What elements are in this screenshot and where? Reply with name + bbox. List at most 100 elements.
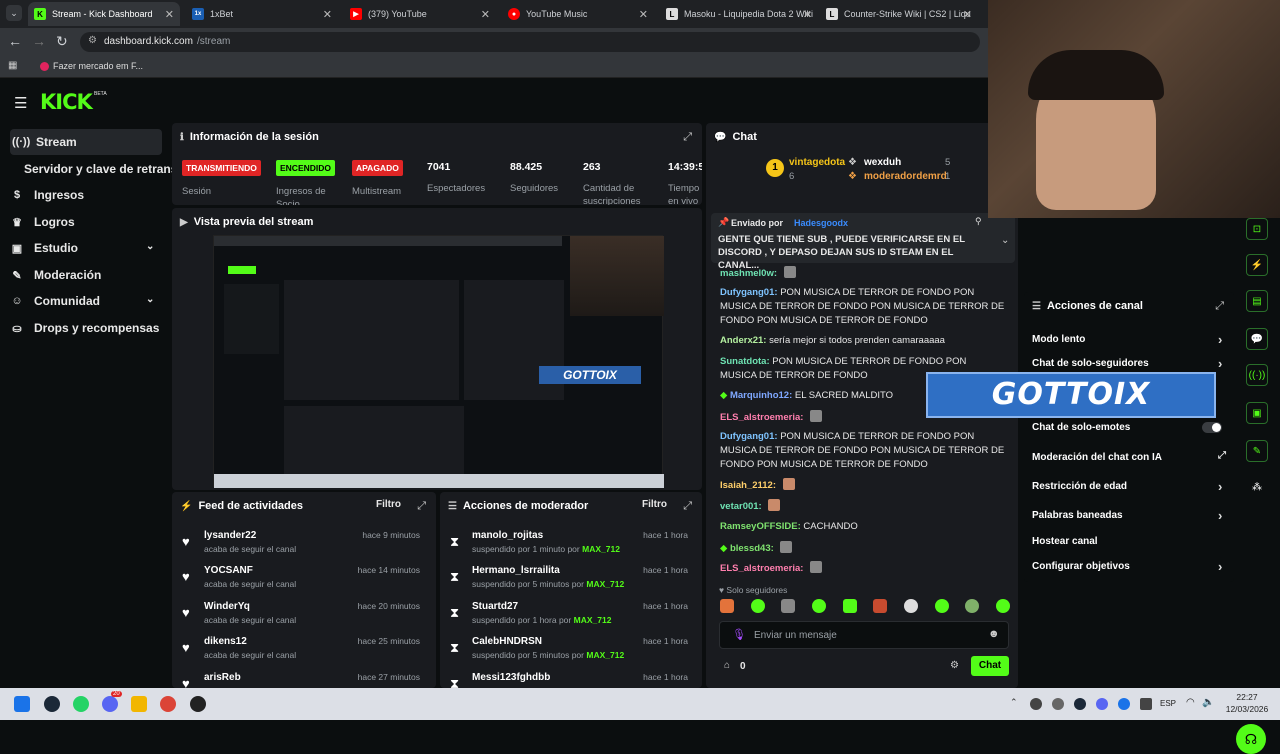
- tray-bluetooth-icon[interactable]: [1118, 698, 1130, 710]
- username[interactable]: lysander22: [204, 530, 256, 541]
- filter-button[interactable]: Filtro: [642, 499, 667, 510]
- expand-icon[interactable]: ⤢: [417, 500, 426, 513]
- bookmark-link[interactable]: Fazer mercado em F...: [53, 61, 143, 71]
- site-info-icon[interactable]: ⚙: [88, 35, 97, 46]
- rail-media-icon[interactable]: ▣: [1246, 402, 1268, 424]
- filter-button[interactable]: Filtro: [376, 499, 401, 510]
- username[interactable]: Messi123fghdbb: [472, 672, 550, 683]
- username[interactable]: WinderYq: [204, 601, 250, 612]
- reload-icon[interactable]: ↻: [56, 33, 68, 50]
- close-tab-icon[interactable]: ✕: [323, 8, 332, 21]
- action-goals[interactable]: Configurar objetivos ›: [1032, 559, 1232, 574]
- emote-icon[interactable]: [903, 599, 918, 613]
- chat-user[interactable]: Sunatdota:: [720, 356, 770, 367]
- username[interactable]: dikens12: [204, 636, 247, 647]
- username[interactable]: Stuartd27: [472, 601, 518, 612]
- chat-user[interactable]: Anderx21:: [720, 335, 766, 346]
- tray-expand-icon[interactable]: ⌃: [1010, 697, 1018, 708]
- sidebar-item-estudio[interactable]: ▣ Estudio ⌄: [10, 235, 162, 261]
- tray-network-icon[interactable]: [1140, 698, 1152, 710]
- emote-icon[interactable]: [750, 599, 765, 613]
- windows-start-icon[interactable]: [14, 696, 30, 712]
- close-tab-icon[interactable]: ✕: [165, 8, 174, 21]
- action-slow-mode[interactable]: Modo lento ›: [1032, 332, 1232, 347]
- moderator-name[interactable]: MAX_712: [582, 544, 620, 554]
- chat-user[interactable]: Marquinho12:: [730, 390, 792, 401]
- back-icon[interactable]: ←: [8, 33, 22, 49]
- username[interactable]: CalebHNDRSN: [472, 636, 542, 647]
- top-gifter-name[interactable]: wexduh: [864, 157, 901, 168]
- hamburger-menu-icon[interactable]: ☰: [14, 94, 27, 112]
- tab-search-icon[interactable]: ⌄: [6, 5, 22, 21]
- top-gifter-name[interactable]: vintagedota: [789, 157, 845, 168]
- username[interactable]: manolo_rojitas: [472, 530, 543, 541]
- emote-icon[interactable]: [781, 599, 796, 613]
- chat-user[interactable]: ELS_alstroemeria:: [720, 412, 803, 423]
- emote-icon[interactable]: [995, 599, 1010, 613]
- emote-icon[interactable]: [811, 599, 826, 613]
- tab-1xbet[interactable]: 1x 1xBet ✕: [186, 2, 338, 26]
- rail-chat-icon[interactable]: 💬: [1246, 328, 1268, 350]
- tab-youtube[interactable]: ▶ (379) YouTube ✕: [344, 2, 496, 26]
- discord-icon[interactable]: [102, 696, 118, 712]
- tray-steam-icon[interactable]: [1074, 698, 1086, 710]
- tab-kick-dashboard[interactable]: K Stream - Kick Dashboard ✕: [28, 2, 180, 26]
- tab-liquipedia-dota[interactable]: L Masoku - Liquipedia Dota 2 Wiki ✕: [660, 2, 818, 26]
- chat-user[interactable]: RamseyOFFSIDE:: [720, 521, 801, 532]
- language-indicator[interactable]: ESP: [1160, 699, 1176, 708]
- volume-icon[interactable]: 🔈: [1202, 697, 1214, 708]
- emote-icon[interactable]: [873, 599, 888, 613]
- close-tab-icon[interactable]: ✕: [803, 8, 812, 21]
- tray-app-icon[interactable]: [1030, 698, 1042, 710]
- expand-icon[interactable]: ⤢: [1215, 300, 1224, 313]
- obs-icon[interactable]: [190, 696, 206, 712]
- sidebar-item-ingresos[interactable]: $ Ingresos: [10, 182, 162, 208]
- tab-liquipedia-cs[interactable]: L Counter-Strike Wiki | CS2 | Liqu ✕: [820, 2, 978, 26]
- emotes-only-toggle[interactable]: [1202, 422, 1222, 433]
- emote-icon[interactable]: [720, 599, 734, 613]
- clock-date[interactable]: 12/03/2026: [1224, 704, 1270, 714]
- emote-icon[interactable]: [842, 599, 857, 613]
- emote-icon[interactable]: [934, 599, 949, 613]
- tray-app-icon[interactable]: [1052, 698, 1064, 710]
- rail-expand-icon[interactable]: ⊡: [1246, 218, 1268, 240]
- chat-user[interactable]: vetar001:: [720, 501, 762, 512]
- emote-icon[interactable]: [965, 599, 980, 613]
- sidebar-item-stream-key[interactable]: Servidor y clave de retransmisión: [24, 156, 174, 182]
- action-host-channel[interactable]: Hostear canal: [1032, 536, 1232, 547]
- apps-grid-icon[interactable]: ▦: [8, 60, 17, 71]
- username[interactable]: YOCSANF: [204, 565, 253, 576]
- rail-broadcast-icon[interactable]: ((·)): [1246, 364, 1268, 386]
- settings-gear-icon[interactable]: ⚙: [950, 660, 959, 671]
- action-age-restriction[interactable]: Restricción de edad ›: [1032, 479, 1232, 494]
- action-banned-words[interactable]: Palabras baneadas ›: [1032, 508, 1232, 523]
- steam-icon[interactable]: [44, 696, 60, 712]
- close-tab-icon[interactable]: ✕: [639, 8, 648, 21]
- stream-preview-video[interactable]: GOTTOIX: [213, 235, 664, 488]
- username[interactable]: Hermano_lsrrailita: [472, 565, 560, 576]
- chat-user[interactable]: blessd43:: [730, 543, 774, 554]
- chat-user[interactable]: mashmel0w:: [720, 268, 777, 279]
- kick-logo[interactable]: KICK: [40, 90, 93, 114]
- pinned-by-user[interactable]: Hadesgoodx: [794, 218, 848, 228]
- chat-user[interactable]: Dufygang01:: [720, 287, 778, 298]
- rail-wrench-icon[interactable]: ✎: [1246, 440, 1268, 462]
- whatsapp-icon[interactable]: [73, 696, 89, 712]
- sidebar-item-moderacion[interactable]: ✎ Moderación: [10, 262, 162, 288]
- moderator-name[interactable]: MAX_712: [586, 650, 624, 660]
- close-tab-icon[interactable]: ✕: [481, 8, 490, 21]
- tray-discord-icon[interactable]: [1096, 698, 1108, 710]
- chat-user[interactable]: Isaiah_2112:: [720, 480, 776, 491]
- expand-icon[interactable]: ⤢: [683, 500, 692, 513]
- clock-time[interactable]: 22:27: [1226, 692, 1268, 702]
- mic-icon[interactable]: 🎙: [732, 628, 746, 641]
- expand-icon[interactable]: ⤢: [683, 131, 692, 144]
- top-gifter-name[interactable]: moderadordemrd: [864, 171, 947, 182]
- rail-community-icon[interactable]: ⁂: [1246, 476, 1268, 498]
- file-explorer-icon[interactable]: [131, 696, 147, 712]
- send-chat-button[interactable]: Chat: [971, 656, 1009, 676]
- action-followers-only[interactable]: Chat de solo-seguidores ›: [1032, 356, 1232, 371]
- sidebar-item-comunidad[interactable]: ☺ Comunidad ⌄: [10, 288, 162, 314]
- rail-bolt-icon[interactable]: ⚡: [1246, 254, 1268, 276]
- rail-document-icon[interactable]: ▤: [1246, 290, 1268, 312]
